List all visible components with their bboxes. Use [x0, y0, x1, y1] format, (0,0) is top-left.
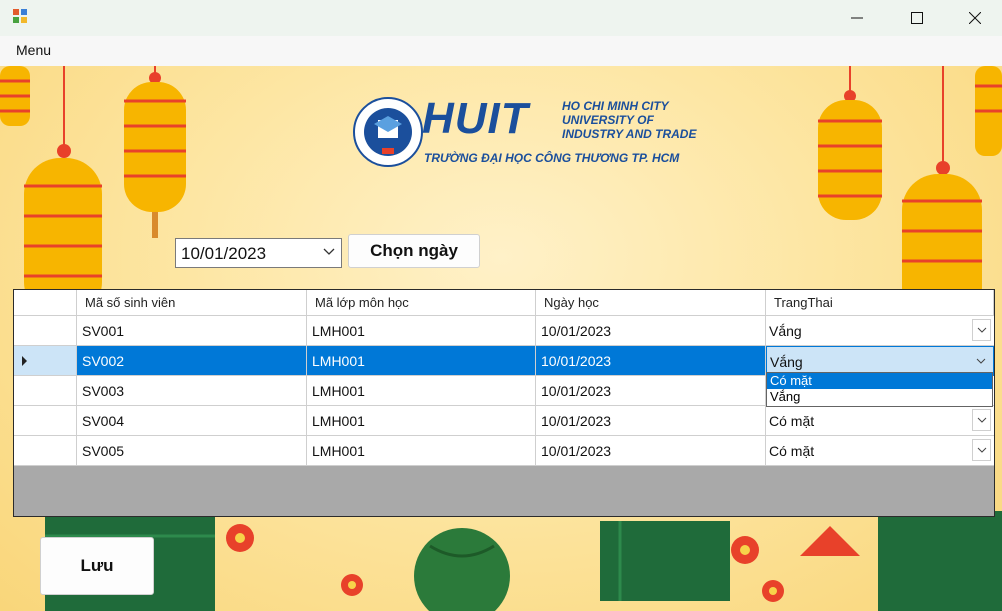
cell-status-combo[interactable]: Có mặt	[766, 436, 994, 466]
chevron-down-icon[interactable]	[323, 248, 335, 256]
table-row[interactable]: SV005 LMH001 10/01/2023 Có mặt	[14, 436, 994, 466]
cell-status-combo[interactable]: Có mặt	[766, 406, 994, 436]
menu-item-menu[interactable]: Menu	[16, 42, 51, 58]
chevron-down-icon[interactable]	[971, 350, 990, 372]
cell-date[interactable]: 10/01/2023	[536, 406, 766, 436]
logo-line-2: UNIVERSITY OF	[562, 113, 654, 127]
lantern-decoration	[818, 66, 1002, 324]
cell-class-id[interactable]: LMH001	[307, 376, 536, 406]
close-button[interactable]	[946, 0, 1002, 36]
choose-date-button[interactable]: Chọn ngày	[348, 234, 480, 268]
cell-date[interactable]: 10/01/2023	[536, 436, 766, 466]
app-icon	[13, 9, 27, 23]
dropdown-option-present[interactable]: Có mặt	[767, 373, 992, 389]
cell-class-id[interactable]: LMH001	[307, 436, 536, 466]
table-row[interactable]: SV001 LMH001 10/01/2023 Vắng	[14, 316, 994, 346]
maximize-button[interactable]	[888, 0, 946, 36]
chevron-down-icon[interactable]	[972, 319, 991, 341]
column-header-student-id[interactable]: Mã số sinh viên	[77, 290, 307, 316]
menu-bar: Menu	[0, 36, 1002, 67]
cell-class-id[interactable]: LMH001	[307, 316, 536, 346]
close-icon	[969, 12, 981, 24]
huit-logo: HUIT HO CHI MINH CITY UNIVERSITY OF INDU…	[352, 94, 696, 170]
logo-acronym: HUIT	[422, 94, 529, 143]
table-row[interactable]: SV004 LMH001 10/01/2023 Có mặt	[14, 406, 994, 436]
minimize-icon	[851, 17, 863, 19]
date-picker-value: 10/01/2023	[181, 244, 267, 263]
cell-student-id[interactable]: SV004	[77, 406, 307, 436]
cell-status: Vắng	[770, 354, 803, 370]
chevron-down-icon[interactable]	[972, 439, 991, 461]
cell-student-id[interactable]: SV002	[77, 346, 307, 376]
cell-student-id[interactable]: SV003	[77, 376, 307, 406]
logo-line-4: TRƯỜNG ĐẠI HỌC CÔNG THƯƠNG TP. HCM	[424, 151, 680, 165]
logo-line-1: HO CHI MINH CITY	[562, 99, 669, 113]
grid-corner-header	[14, 290, 77, 316]
date-picker[interactable]: 10/01/2023	[175, 238, 342, 268]
cell-class-id[interactable]: LMH001	[307, 346, 536, 376]
cell-student-id[interactable]: SV005	[77, 436, 307, 466]
logo-line-3: INDUSTRY AND TRADE	[562, 127, 697, 141]
row-header[interactable]	[14, 406, 77, 436]
cell-status: Vắng	[769, 323, 802, 339]
column-header-date[interactable]: Ngày học	[536, 290, 766, 316]
tet-cake-decoration	[45, 511, 1002, 611]
cell-status-combo[interactable]: Vắng	[766, 316, 994, 346]
column-header-class-id[interactable]: Mã lớp môn học	[307, 290, 536, 316]
row-header[interactable]	[14, 346, 77, 376]
lantern-decoration	[0, 66, 186, 318]
dropdown-option-absent[interactable]: Vắng	[767, 389, 992, 405]
chevron-down-icon[interactable]	[972, 409, 991, 431]
cell-date[interactable]: 10/01/2023	[536, 346, 766, 376]
row-header[interactable]	[14, 376, 77, 406]
row-header[interactable]	[14, 436, 77, 466]
row-header[interactable]	[14, 316, 77, 346]
cell-date[interactable]: 10/01/2023	[536, 376, 766, 406]
minimize-button[interactable]	[828, 0, 886, 36]
current-row-arrow-icon	[22, 356, 27, 366]
column-header-status[interactable]: TrangThai	[766, 290, 994, 316]
cell-status: Có mặt	[769, 443, 815, 459]
status-dropdown-list: Có mặt Vắng	[766, 372, 993, 407]
cell-student-id[interactable]: SV001	[77, 316, 307, 346]
save-button[interactable]: Lưu	[40, 537, 154, 595]
maximize-icon	[911, 12, 923, 24]
cell-class-id[interactable]: LMH001	[307, 406, 536, 436]
cell-date[interactable]: 10/01/2023	[536, 316, 766, 346]
cell-status: Có mặt	[769, 413, 815, 429]
title-bar	[0, 0, 1002, 36]
